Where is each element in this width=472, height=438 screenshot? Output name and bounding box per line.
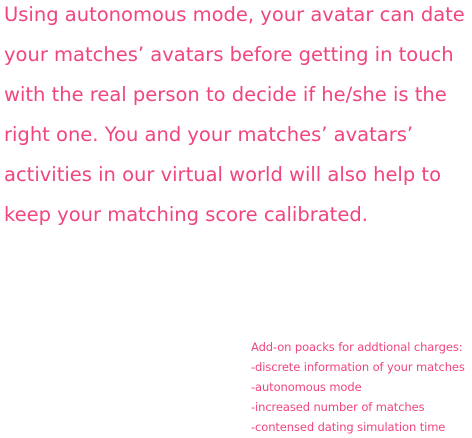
description-line: with the real person to decide if he/she…	[4, 83, 447, 106]
description-line: right one. You and your matches’ avatars…	[4, 123, 414, 146]
addon-item: -discrete information of your matches	[251, 360, 465, 374]
addon-item: -contensed dating simulation time	[251, 420, 446, 434]
addon-heading: Add-on poacks for addtional charges:	[251, 340, 463, 354]
autonomous-mode-description: Using autonomous mode, your avatar can d…	[4, 0, 472, 240]
addon-item: -increased number of matches	[251, 400, 425, 414]
description-line: Using autonomous mode, your avatar can d…	[4, 3, 465, 26]
addon-packs-list: Add-on poacks for addtional charges: -di…	[251, 337, 472, 437]
description-line: your matches’ avatars before getting in …	[4, 43, 454, 66]
description-line: keep your matching score calibrated.	[4, 203, 368, 226]
addon-item: -autonomous mode	[251, 380, 362, 394]
description-line: activities in our virtual world will als…	[4, 163, 442, 186]
